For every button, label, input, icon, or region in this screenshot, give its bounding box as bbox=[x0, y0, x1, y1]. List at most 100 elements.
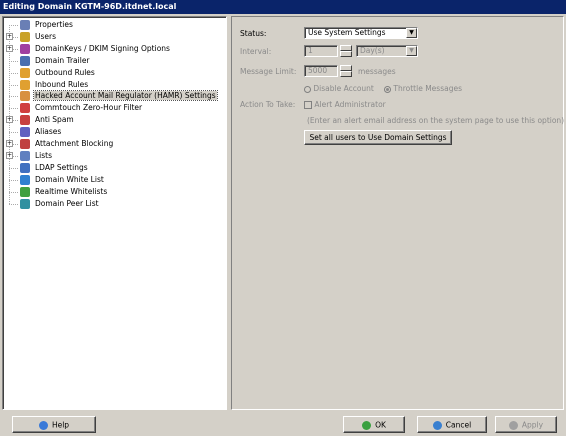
message-limit-spinner[interactable] bbox=[340, 65, 352, 77]
interval-label: Interval: bbox=[240, 47, 272, 56]
tree-item-label: Domain White List bbox=[35, 174, 104, 184]
tree-item[interactable]: Commtouch Zero-Hour Filter bbox=[20, 102, 143, 114]
interval-unit-select[interactable]: Day(s) ▼ bbox=[356, 45, 418, 57]
hamr-icon bbox=[20, 91, 30, 102]
tree-connector-line bbox=[9, 72, 18, 74]
apply-button[interactable]: Apply bbox=[495, 416, 557, 433]
tree-item-label: Inbound Rules bbox=[35, 79, 89, 89]
cancel-button-label: Cancel bbox=[445, 420, 472, 430]
tree-item-label: Aliases bbox=[35, 127, 62, 137]
commtouch-icon bbox=[20, 103, 30, 114]
tree-item-label: Domain Peer List bbox=[35, 198, 99, 208]
tree-connector-line bbox=[9, 203, 18, 205]
action-label: Action To Take: bbox=[240, 100, 296, 109]
interval-input[interactable]: 1 bbox=[304, 45, 338, 57]
tree-item[interactable]: Users bbox=[20, 31, 57, 43]
tree-item[interactable]: Lists bbox=[20, 150, 53, 162]
settings-tree[interactable]: Properties + Users + DomainKeys / DKIM Signi… bbox=[2, 16, 227, 410]
tree-item[interactable]: Domain White List bbox=[20, 174, 105, 186]
tree-item[interactable]: LDAP Settings bbox=[20, 162, 89, 174]
throttle-messages-radio[interactable] bbox=[384, 85, 391, 93]
ok-button-label: OK bbox=[375, 420, 386, 430]
status-select[interactable]: Use System Settings ▼ bbox=[304, 27, 418, 39]
tree-item[interactable]: Inbound Rules bbox=[20, 79, 89, 91]
alert-admin-label: Alert Administrator bbox=[314, 100, 386, 109]
ok-button[interactable]: OK bbox=[343, 416, 405, 433]
alert-admin-option[interactable]: Alert Administrator bbox=[304, 100, 386, 109]
aliases-icon bbox=[20, 127, 30, 138]
lists-icon bbox=[20, 150, 30, 161]
tree-item-label: Attachment Blocking bbox=[35, 139, 114, 148]
tree-expand-toggle[interactable]: + bbox=[6, 44, 13, 52]
tree-expand-toggle[interactable]: + bbox=[6, 140, 13, 147]
check-icon bbox=[362, 420, 372, 430]
apply-check-icon bbox=[508, 420, 518, 430]
interval-spinner[interactable] bbox=[340, 45, 352, 57]
hamr-settings-panel: Status: Use System Settings ▼ Interval: … bbox=[231, 16, 564, 410]
tree-item-label: Hacked Account Mail Regulator (HAMR) Set… bbox=[33, 90, 218, 102]
tree-item[interactable]: DomainKeys / DKIM Signing Options bbox=[20, 43, 171, 55]
help-button-label: Help bbox=[51, 420, 70, 430]
alert-hint-text: (Enter an alert email address on the sys… bbox=[307, 116, 565, 125]
tree-expand-toggle[interactable]: + bbox=[6, 151, 13, 159]
interval-value: 1 bbox=[308, 46, 313, 55]
domain-white-list-icon bbox=[20, 174, 30, 185]
window-title: Editing Domain KGTM-96D.itdnet.local bbox=[0, 0, 566, 14]
tree-connector-line bbox=[9, 132, 18, 134]
tree-connector-line bbox=[9, 191, 18, 193]
chevron-down-icon[interactable]: ▼ bbox=[406, 46, 417, 56]
tree-item[interactable]: Hacked Account Mail Regulator (HAMR) Set… bbox=[20, 90, 218, 102]
tree-connector-line bbox=[9, 60, 18, 62]
tree-item-label: Outbound Rules bbox=[35, 67, 95, 77]
tree-connector-line bbox=[9, 96, 18, 98]
message-limit-unit: messages bbox=[358, 67, 396, 76]
realtime-whitelists-icon bbox=[20, 186, 30, 197]
chevron-down-icon[interactable]: ▼ bbox=[406, 28, 417, 38]
cancel-button[interactable]: Cancel bbox=[417, 416, 487, 433]
properties-icon bbox=[20, 20, 30, 30]
disable-account-radio[interactable] bbox=[304, 85, 311, 93]
tree-item-label: Users bbox=[35, 31, 57, 41]
tree-expand-toggle[interactable]: + bbox=[6, 116, 13, 124]
dkim-icon bbox=[20, 43, 30, 54]
throttle-messages-label: Throttle Messages bbox=[393, 84, 462, 93]
message-limit-value: 5000 bbox=[308, 66, 328, 75]
message-limit-input[interactable]: 5000 bbox=[304, 65, 338, 77]
tree-connector-line bbox=[9, 167, 18, 169]
tree-item[interactable]: Domain Peer List bbox=[20, 198, 100, 210]
users-icon bbox=[20, 31, 30, 42]
tree-item[interactable]: Realtime Whitelists bbox=[20, 186, 108, 198]
tree-item[interactable]: Properties bbox=[20, 19, 74, 31]
tree-item-label: Domain Trailer bbox=[35, 55, 90, 65]
tree-item-label: Lists bbox=[35, 150, 53, 160]
tree-connector-line bbox=[9, 84, 18, 86]
message-limit-label: Message Limit: bbox=[240, 67, 297, 76]
set-all-users-button[interactable]: Set all users to Use Domain Settings bbox=[304, 130, 452, 145]
tree-connector-line bbox=[9, 108, 18, 110]
domain-trailer-icon bbox=[20, 55, 30, 66]
disable-account-option[interactable]: Disable Account bbox=[304, 84, 374, 93]
tree-item-label: Realtime Whitelists bbox=[35, 186, 108, 196]
tree-item[interactable]: Domain Trailer bbox=[20, 55, 91, 67]
tree-item-label: Anti Spam bbox=[35, 115, 74, 125]
alert-admin-checkbox[interactable] bbox=[304, 101, 312, 109]
apply-button-label: Apply bbox=[521, 420, 544, 430]
tree-item[interactable]: Attachment Blocking bbox=[20, 138, 114, 150]
status-select-value: Use System Settings bbox=[308, 28, 386, 37]
status-label: Status: bbox=[240, 29, 267, 38]
tree-item[interactable]: Anti Spam bbox=[20, 114, 75, 126]
help-button[interactable]: Help bbox=[12, 416, 96, 433]
throttle-messages-option[interactable]: Throttle Messages bbox=[384, 84, 462, 93]
tree-item-label: LDAP Settings bbox=[35, 162, 88, 172]
tree-item-label: DomainKeys / DKIM Signing Options bbox=[35, 43, 170, 53]
tree-item[interactable]: Aliases bbox=[20, 126, 62, 138]
disable-account-label: Disable Account bbox=[313, 84, 374, 93]
ldap-icon bbox=[20, 162, 30, 173]
tree-expand-toggle[interactable]: + bbox=[6, 32, 13, 40]
inbound-rules-icon bbox=[20, 79, 30, 90]
help-icon bbox=[38, 420, 48, 430]
tree-connector-line bbox=[9, 179, 18, 181]
tree-item[interactable]: Outbound Rules bbox=[20, 67, 96, 79]
domain-peer-list-icon bbox=[20, 198, 30, 209]
attachment-blocking-icon bbox=[20, 139, 30, 149]
